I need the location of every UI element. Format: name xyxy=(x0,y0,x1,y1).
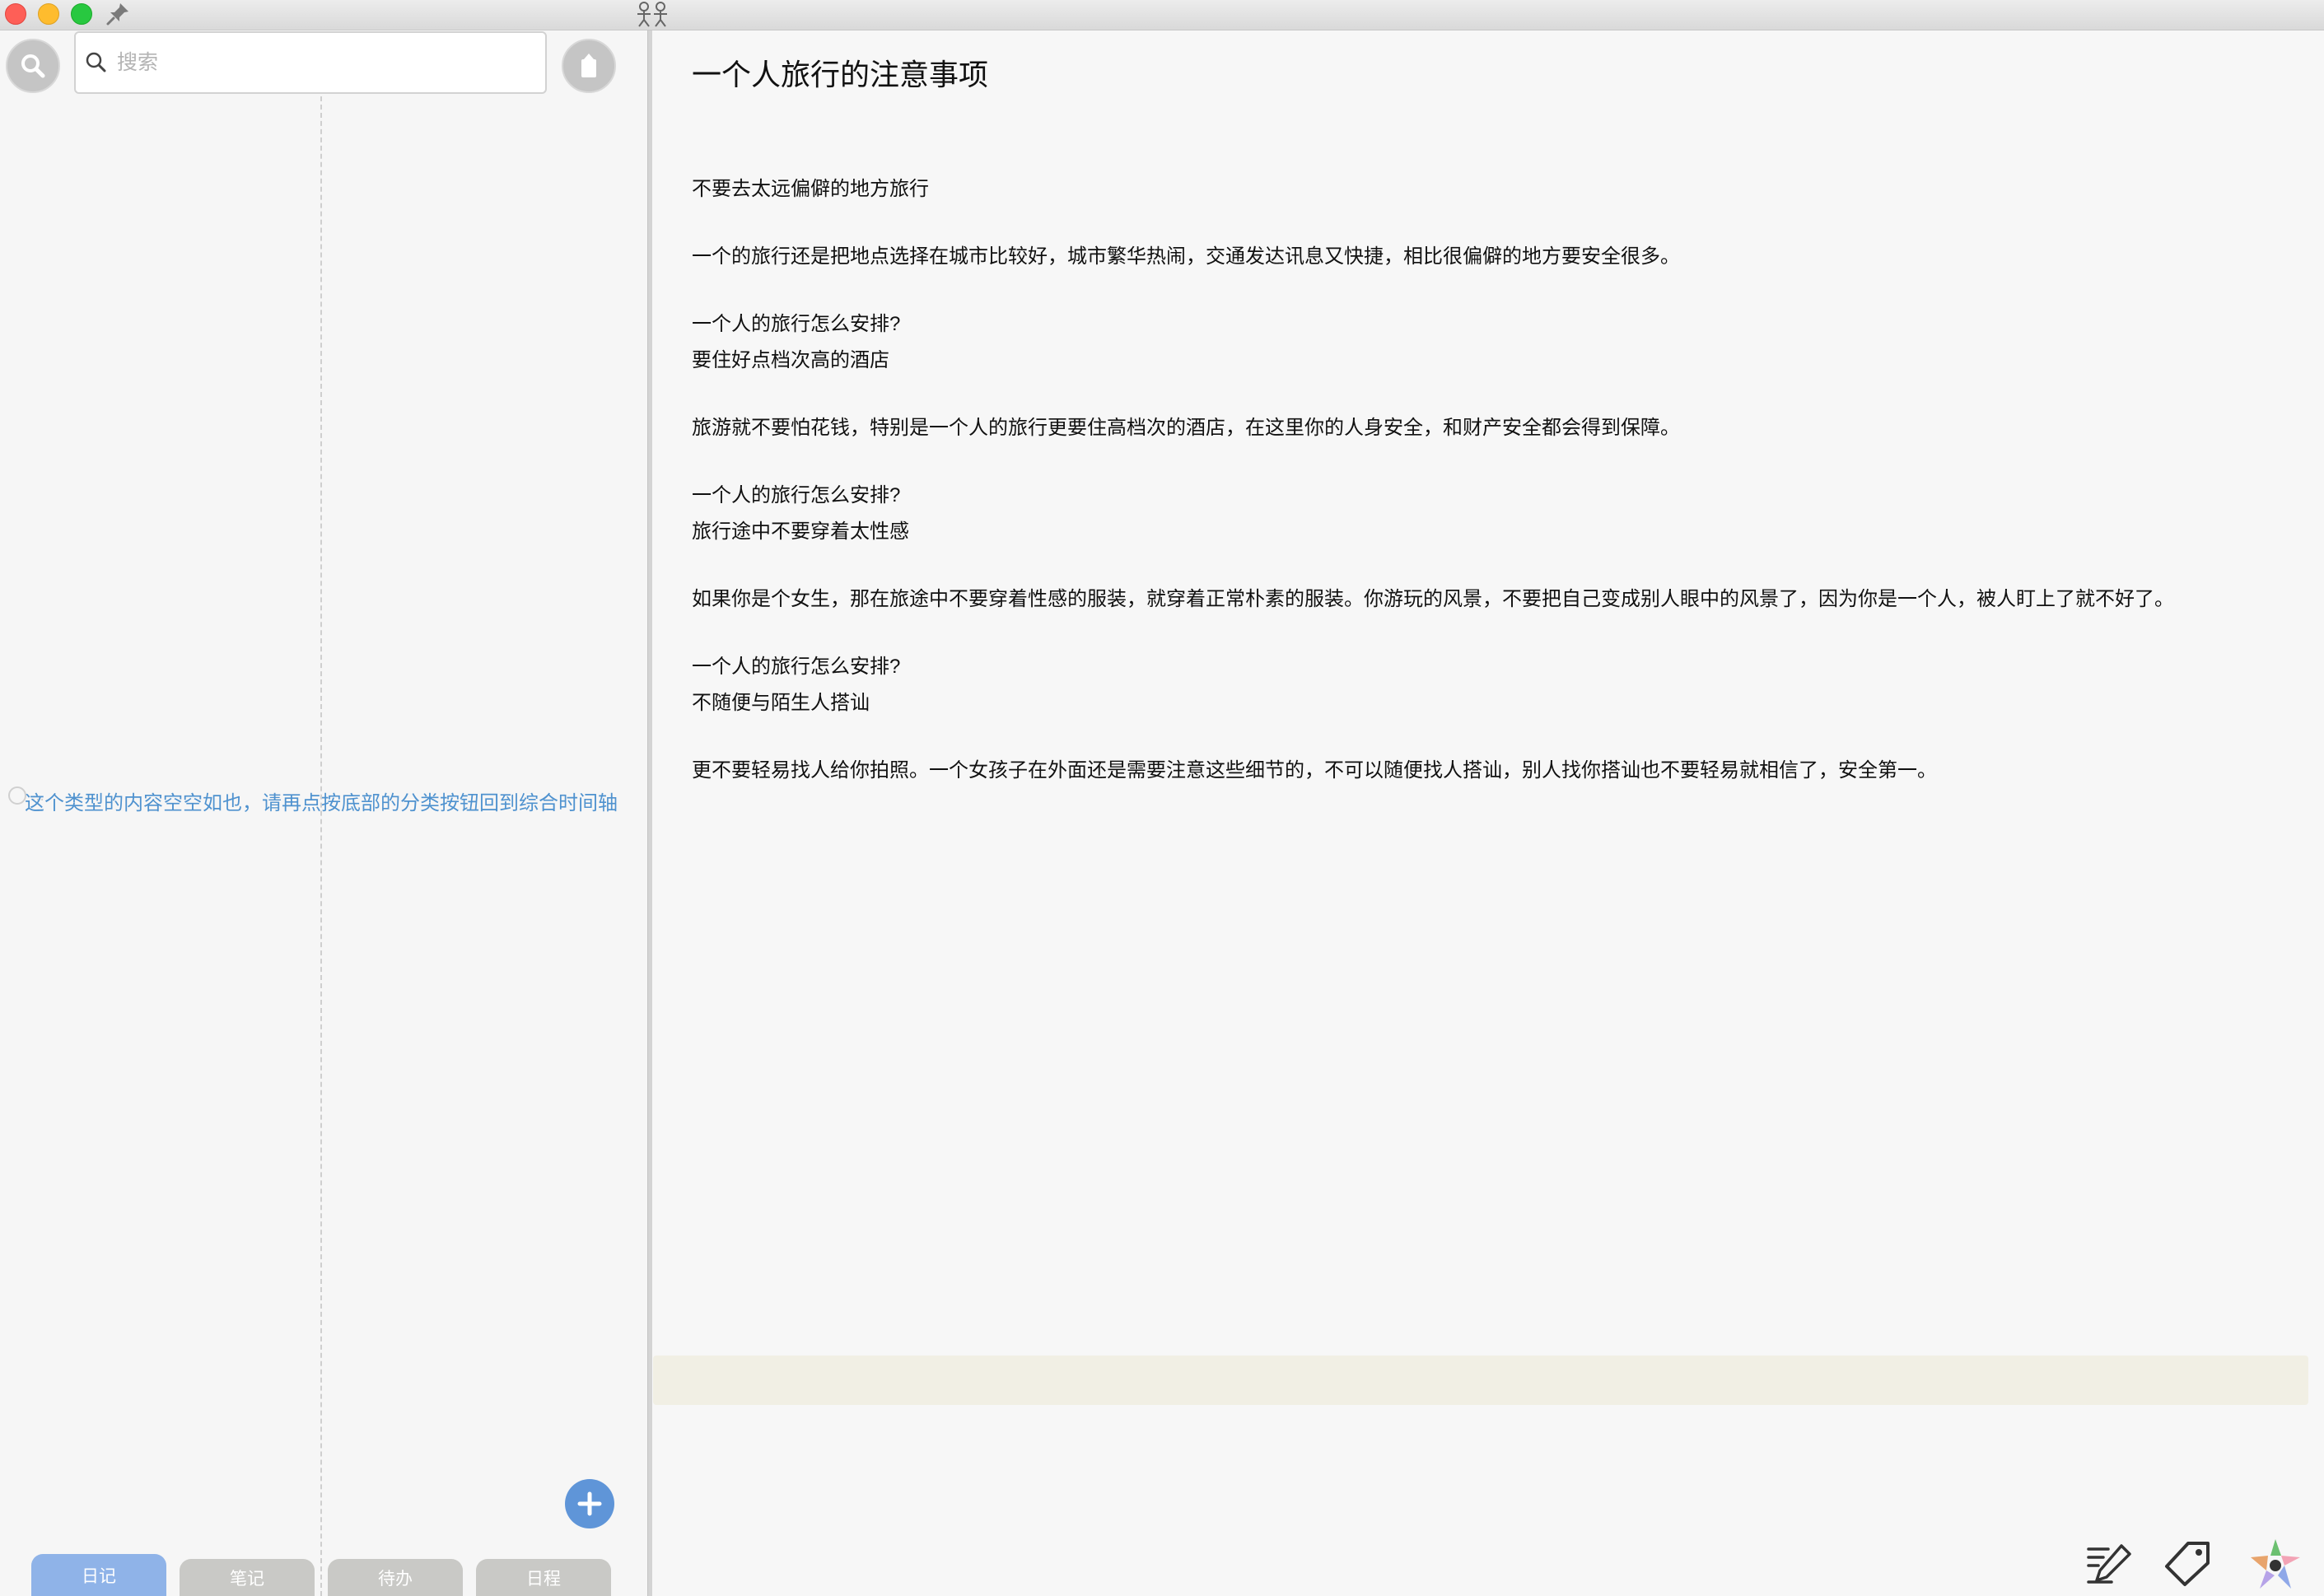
color-star-icon xyxy=(2251,1539,2300,1589)
magnifier-icon xyxy=(86,52,106,72)
add-entry-button[interactable] xyxy=(565,1479,614,1528)
tab-notes[interactable]: 笔记 xyxy=(180,1559,315,1596)
empty-state-message[interactable]: 这个类型的内容空空如也，请再点按底部的分类按钮回到综合时间轴 xyxy=(23,791,619,817)
attachment-strip[interactable] xyxy=(653,1356,2308,1405)
lock-icon xyxy=(581,54,596,77)
tab-diary[interactable]: 日记 xyxy=(31,1554,166,1596)
app-logo-icon xyxy=(637,2,667,27)
paragraph: 旅游就不要怕花钱，特别是一个人的旅行更要住高档次的酒店，在这里你的人身安全，和财… xyxy=(692,417,1680,439)
paragraph: 一个人的旅行怎么安排? xyxy=(692,313,901,335)
search-input[interactable] xyxy=(115,49,514,76)
document-body[interactable]: 不要去太远偏僻的地方旅行 一个的旅行还是把地点选择在城市比较好，城市繁华热闹，交… xyxy=(692,171,2298,789)
search-button[interactable] xyxy=(6,39,60,93)
lock-button[interactable] xyxy=(562,39,616,93)
edit-icon xyxy=(2087,1544,2131,1584)
paragraph: 更不要轻易找人给你拍照。一个女孩子在外面还是需要注意这些细节的，不可以随便找人搭… xyxy=(692,759,1937,782)
paragraph: 一个人的旅行怎么安排? xyxy=(692,484,901,506)
paragraph: 不要去太远偏僻的地方旅行 xyxy=(692,178,929,200)
paragraph: 一个的旅行还是把地点选择在城市比较好，城市繁华热闹，交通发达讯息又快捷，相比很偏… xyxy=(692,245,1680,268)
paragraph: 旅行途中不要穿着太性感 xyxy=(692,520,909,543)
tab-todo[interactable]: 待办 xyxy=(328,1559,463,1596)
paragraph: 一个人的旅行怎么安排? xyxy=(692,656,901,678)
search-icon xyxy=(21,54,45,78)
zoom-window-button[interactable] xyxy=(71,3,92,25)
edit-button[interactable] xyxy=(2082,1537,2136,1591)
pane-splitter[interactable] xyxy=(647,30,652,1596)
tag-button[interactable] xyxy=(2161,1537,2215,1591)
paragraph: 不随便与陌生人搭讪 xyxy=(692,692,870,714)
document-title[interactable]: 一个人旅行的注意事项 xyxy=(692,51,988,94)
pin-icon[interactable] xyxy=(104,0,132,28)
tag-icon xyxy=(2165,1542,2210,1586)
search-field[interactable] xyxy=(74,31,547,94)
plus-icon xyxy=(577,1491,602,1516)
title-bar xyxy=(0,0,2324,30)
color-button[interactable] xyxy=(2248,1537,2303,1591)
timeline-line xyxy=(320,96,322,1596)
tab-schedule[interactable]: 日程 xyxy=(476,1559,611,1596)
paragraph: 如果你是个女生，那在旅途中不要穿着性感的服装，就穿着正常朴素的服装。你游玩的风景… xyxy=(692,588,2174,610)
close-window-button[interactable] xyxy=(5,3,26,25)
minimize-window-button[interactable] xyxy=(38,3,59,25)
paragraph: 要住好点档次高的酒店 xyxy=(692,349,889,371)
